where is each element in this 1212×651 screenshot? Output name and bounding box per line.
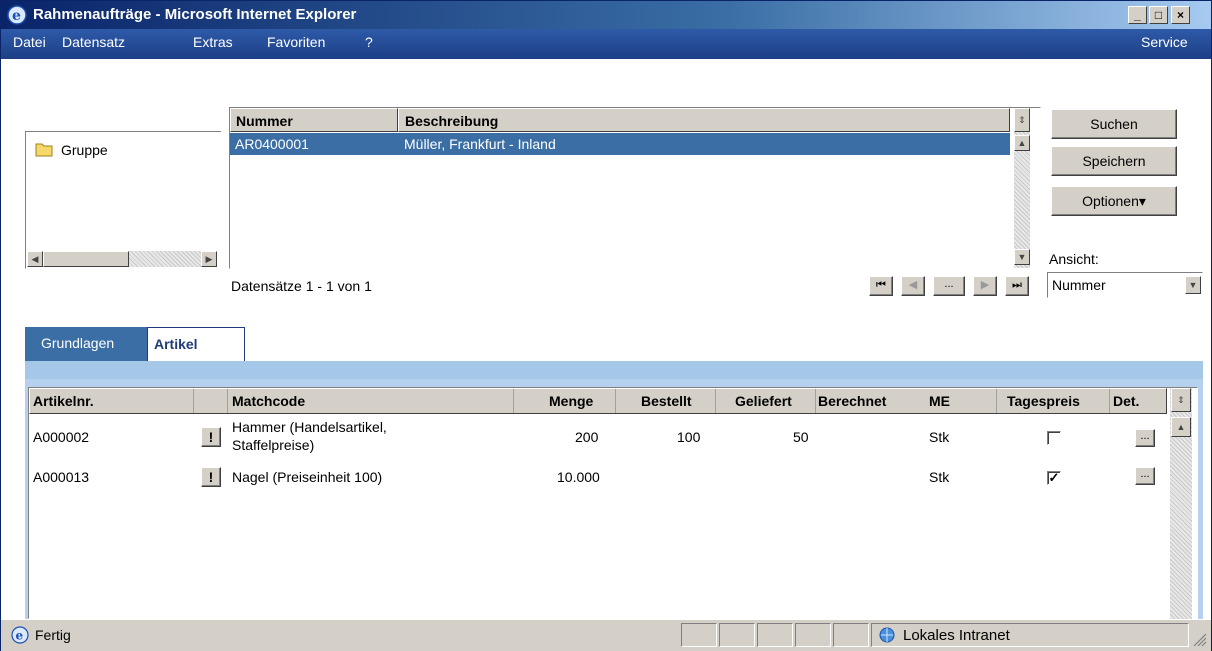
header-artikelnr[interactable]: Artikelnr. <box>33 393 94 409</box>
scroll-down-icon[interactable]: ▼ <box>1014 249 1030 265</box>
warning-icon[interactable]: ! <box>201 467 221 487</box>
header-menge[interactable]: Menge <box>549 393 593 409</box>
scroll-updown-icon[interactable]: ⇕ <box>1014 108 1030 132</box>
close-button[interactable]: × <box>1171 6 1190 24</box>
chevron-down-icon[interactable]: ▼ <box>1185 276 1201 294</box>
record-nummer: AR0400001 <box>235 136 309 152</box>
column-divider <box>815 389 816 413</box>
header-label: Nummer <box>236 113 293 129</box>
column-divider <box>513 389 514 413</box>
last-record-icon[interactable]: ⏭ <box>1005 276 1029 296</box>
svg-text:e: e <box>16 629 24 643</box>
column-divider <box>193 389 194 413</box>
tab-artikel[interactable]: Artikel <box>147 327 245 363</box>
column-divider <box>615 389 616 413</box>
options-button[interactable]: Optionen▾ <box>1051 186 1177 216</box>
column-divider <box>227 389 228 413</box>
menu-help[interactable]: ? <box>365 34 373 50</box>
status-panel <box>719 623 755 647</box>
cell-matchcode: Nagel (Preiseinheit 100) <box>232 469 383 485</box>
prev-record-icon[interactable]: ◀ <box>901 276 925 296</box>
status-panel <box>833 623 869 647</box>
header-me[interactable]: ME <box>929 393 950 409</box>
header-det[interactable]: Det. <box>1113 393 1139 409</box>
tab-label: Grundlagen <box>41 335 115 351</box>
column-divider <box>1109 389 1110 413</box>
records-counter: Datensätze 1 - 1 von 1 <box>231 278 372 294</box>
cell-matchcode: Hammer (Handelsartikel, <box>232 419 387 435</box>
resize-grip-icon[interactable] <box>1191 631 1207 647</box>
tab-grundlagen[interactable]: Grundlagen <box>25 327 147 361</box>
maximize-button[interactable]: □ <box>1149 6 1168 24</box>
goto-record-button[interactable]: ... <box>933 276 965 296</box>
record-beschreibung: Müller, Frankfurt - Inland <box>404 136 556 152</box>
header-berechnet[interactable]: Berechnet <box>818 393 886 409</box>
cell-geliefert: 50 <box>793 429 809 445</box>
cell-menge: 10.000 <box>557 469 600 485</box>
zone-text: Lokales Intranet <box>903 627 1010 644</box>
warning-icon[interactable]: ! <box>201 427 221 447</box>
title-bar[interactable]: e Rahmenaufträge - Microsoft Internet Ex… <box>1 1 1211 29</box>
status-panel <box>757 623 793 647</box>
column-divider <box>715 389 716 413</box>
cell-artikelnr: A000002 <box>33 429 90 445</box>
status-panel <box>681 623 717 647</box>
menu-service[interactable]: Service <box>1141 34 1188 50</box>
scroll-up-icon[interactable]: ▲ <box>1014 135 1030 151</box>
tree-scroll-thumb[interactable] <box>43 251 129 267</box>
cell-me: Stk <box>929 469 950 485</box>
save-button[interactable]: Speichern <box>1051 146 1177 176</box>
cell-bestellt: 100 <box>677 429 701 445</box>
minimize-button[interactable]: _ <box>1128 6 1147 24</box>
tree-panel <box>25 131 221 269</box>
scroll-updown-icon[interactable]: ⇕ <box>1171 388 1191 412</box>
records-header-beschreibung[interactable]: Beschreibung <box>398 108 1010 132</box>
scroll-left-icon[interactable]: ◀ <box>27 251 43 267</box>
window-title: Rahmenaufträge - Microsoft Internet Expl… <box>33 6 357 23</box>
tagespreis-checkbox-checked[interactable]: ✓ <box>1047 471 1061 485</box>
cell-me: Stk <box>929 429 950 445</box>
browser-window: e Rahmenaufträge - Microsoft Internet Ex… <box>0 0 1212 651</box>
status-text: Fertig <box>35 627 71 643</box>
folder-icon <box>35 143 53 157</box>
tree-item-gruppe[interactable]: Gruppe <box>61 142 108 158</box>
view-label: Ansicht: <box>1049 251 1099 267</box>
menu-favoriten[interactable]: Favoriten <box>267 34 325 50</box>
detail-button[interactable]: ... <box>1135 429 1155 447</box>
menu-extras[interactable]: Extras <box>193 34 233 50</box>
tagespreis-checkbox[interactable] <box>1047 431 1061 445</box>
header-geliefert[interactable]: Geliefert <box>735 393 792 409</box>
search-button[interactable]: Suchen <box>1051 109 1177 139</box>
detail-button[interactable]: ... <box>1135 467 1155 485</box>
first-record-icon[interactable]: ⏮ <box>869 276 893 296</box>
records-header-nummer[interactable]: Nummer <box>230 108 398 132</box>
header-tagespreis[interactable]: Tagespreis <box>1007 393 1080 409</box>
next-record-icon[interactable]: ▶ <box>973 276 997 296</box>
column-divider <box>996 389 997 413</box>
tab-label: Artikel <box>154 336 198 352</box>
cell-matchcode-cont: Staffelpreise) <box>232 437 315 453</box>
ie-icon: e <box>7 5 27 25</box>
status-panel <box>795 623 831 647</box>
records-row[interactable]: AR0400001 Müller, Frankfurt - Inland <box>230 133 1010 155</box>
menu-datei[interactable]: Datei <box>13 34 46 50</box>
menu-datensatz[interactable]: Datensatz <box>62 34 125 50</box>
header-matchcode[interactable]: Matchcode <box>232 393 305 409</box>
header-bestellt[interactable]: Bestellt <box>641 393 692 409</box>
cell-menge: 200 <box>575 429 599 445</box>
tab-band <box>25 361 1203 379</box>
tree-top-border <box>25 131 221 132</box>
header-label: Beschreibung <box>405 113 499 129</box>
view-select-value: Nummer <box>1052 277 1106 293</box>
cell-artikelnr: A000013 <box>33 469 90 485</box>
page-icon: e <box>11 626 29 644</box>
svg-text:e: e <box>12 8 21 24</box>
scroll-right-icon[interactable]: ▶ <box>201 251 217 267</box>
scroll-up-icon[interactable]: ▲ <box>1171 417 1191 437</box>
records-vscrollbar[interactable] <box>1014 108 1030 268</box>
intranet-icon <box>879 627 895 643</box>
menu-bar <box>1 29 1211 59</box>
view-select[interactable]: Nummer ▼ <box>1047 272 1203 298</box>
